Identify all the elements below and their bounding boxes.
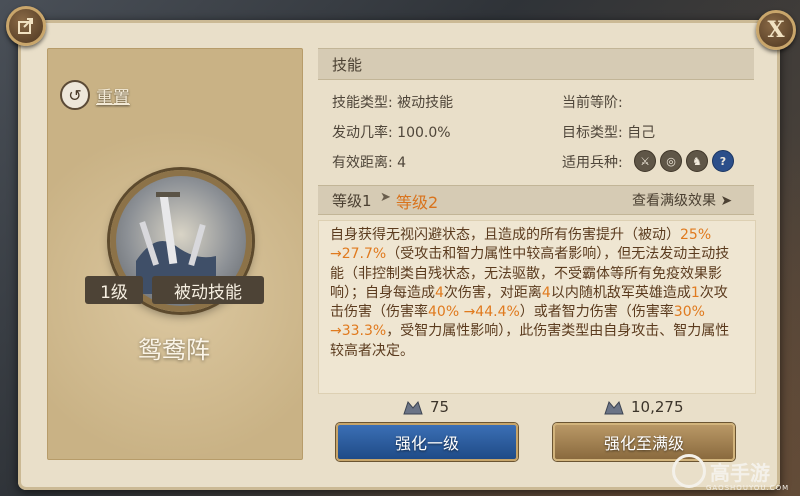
share-icon (18, 18, 33, 34)
target-type-row: 目标类型: 自己 (562, 122, 655, 142)
reset-button[interactable]: ↺ 重置 (60, 80, 130, 110)
upgrade-one-cost: 75 (402, 398, 449, 416)
current-stage-row: 当前等阶: (562, 92, 623, 112)
trigger-chance-row: 发动几率: 100.0% (332, 122, 451, 142)
horse-icon[interactable]: ♞ (686, 150, 708, 172)
skill-description: 自身获得无视闪避状态，且造成的所有伤害提升（被动）25% →27.7%（受攻击和… (330, 227, 730, 359)
trigger-chance-label: 发动几率: (332, 125, 393, 141)
troops-label: 适用兵种: (562, 155, 623, 171)
level-arrow-icon: ➤ (380, 190, 391, 205)
trigger-chance-value: 100.0% (397, 125, 451, 141)
current-stage-label: 当前等阶: (562, 95, 623, 111)
skill-type-label: 技能类型: (332, 95, 393, 111)
reset-icon: ↺ (60, 80, 90, 110)
watermark-g-icon (672, 454, 706, 488)
target-icon[interactable]: ◎ (660, 150, 682, 172)
skill-book-icon (403, 400, 423, 415)
skill-name: 鸳鸯阵 (138, 336, 210, 364)
upgrade-one-button[interactable]: 强化一级 (336, 423, 518, 461)
skill-section-header (318, 48, 754, 80)
view-max-effect-link[interactable]: 查看满级效果 ➤ (632, 190, 732, 210)
help-icon[interactable]: ? (712, 150, 734, 172)
target-type-value: 自己 (627, 125, 656, 141)
close-button[interactable]: X (756, 10, 796, 50)
watermark-logo: 高手游 (672, 454, 770, 488)
level-1-label: 等级1 (332, 192, 372, 210)
watermark-sub: GAOSHOUYOU.COM (706, 484, 790, 492)
skill-type-tag: 被动技能 (152, 276, 264, 304)
upgrade-max-cost-value: 10,275 (631, 398, 684, 416)
skill-section-title: 技能 (332, 56, 363, 74)
reset-label: 重置 (96, 87, 130, 108)
level-2-label: 等级2 (396, 193, 439, 212)
skill-type-row: 技能类型: 被动技能 (332, 92, 453, 112)
skill-type-value: 被动技能 (397, 95, 454, 111)
share-button[interactable] (6, 6, 46, 46)
troop-icons: ⚔ ◎ ♞ ? (634, 150, 734, 172)
skill-level-tag: 1级 (85, 276, 143, 304)
watermark-brand: 高手游 (710, 460, 770, 485)
upgrade-max-cost: 10,275 (603, 398, 684, 416)
range-label: 有效距离: (332, 155, 393, 171)
close-icon: X (767, 17, 785, 43)
sword-icon[interactable]: ⚔ (634, 150, 656, 172)
range-row: 有效距离: 4 (332, 152, 406, 172)
skill-book-icon (604, 400, 624, 415)
target-type-label: 目标类型: (562, 125, 623, 141)
upgrade-one-cost-value: 75 (430, 398, 450, 416)
range-value: 4 (397, 155, 407, 171)
